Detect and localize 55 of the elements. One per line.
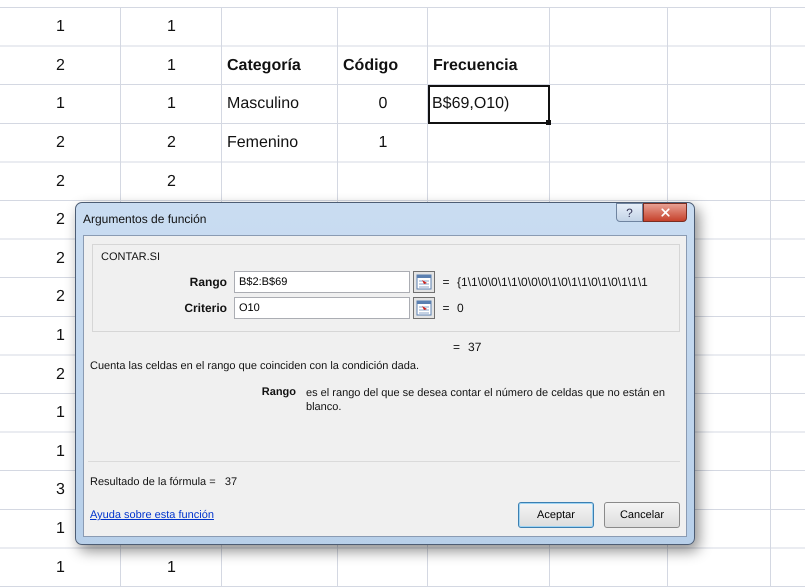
equals-sign: = (441, 301, 450, 315)
table-cell: 3 (56, 481, 65, 500)
argument-field[interactable]: O10 (234, 297, 410, 319)
column-header: Código (343, 56, 398, 75)
table-cell: 1 (378, 134, 388, 152)
cancel-button[interactable]: Cancelar (604, 502, 680, 528)
argument-value: 0 (457, 301, 465, 315)
argument-label: Criterio (183, 301, 228, 315)
table-cell: 0 (378, 95, 388, 114)
table-cell: 2 (56, 172, 65, 191)
table-cell: 2 (56, 288, 65, 306)
column-header: Categoría (227, 56, 301, 75)
function-name: CONTAR.SI (101, 251, 162, 263)
table-cell: 1 (56, 558, 65, 577)
table-cell: 1 (167, 95, 176, 114)
table-cell: 1 (56, 520, 65, 538)
collapse-dialog-button[interactable] (413, 271, 435, 293)
table-cell: 2 (56, 211, 65, 230)
table-cell: 2 (56, 366, 65, 384)
collapse-dialog-button[interactable] (413, 297, 435, 319)
collapse-dialog-icon (416, 274, 432, 290)
table-cell: 1 (167, 56, 176, 75)
argument-label: Rango (188, 275, 228, 289)
table-cell: 2 (167, 134, 176, 152)
table-cell: Masculino (227, 95, 300, 114)
equals-sign: = (453, 340, 460, 354)
table-cell: 1 (56, 442, 65, 461)
formula-result: Resultado de la fórmula = 37 (90, 476, 238, 488)
function-value: 37 (468, 340, 482, 354)
collapse-dialog-icon (416, 300, 432, 316)
table-cell: 2 (56, 56, 65, 75)
table-cell: 1 (56, 95, 65, 114)
argument-value: {1\1\0\0\1\1\0\0\0\1\0\1\1\0\1\0\1\1\1 (457, 275, 649, 289)
ok-button[interactable]: Aceptar (518, 502, 594, 528)
argument-description: es el rango del que se desea contar el número de celdas que no están en blanco. (306, 386, 666, 414)
argument-name: Rango (260, 386, 296, 400)
close-icon (658, 206, 672, 219)
table-cell: 1 (167, 18, 176, 36)
help-button[interactable]: ? (616, 203, 643, 222)
table-cell: Femenino (227, 134, 298, 152)
argument-field[interactable]: B$2:B$69 (234, 271, 410, 293)
table-cell: 2 (167, 172, 176, 191)
table-cell: 1 (56, 404, 65, 422)
table-cell: 1 (56, 18, 65, 36)
equals-sign: = (441, 275, 450, 289)
dialog-title: Argumentos de función (83, 212, 206, 226)
close-button[interactable] (643, 203, 687, 222)
table-cell: 1 (56, 327, 65, 346)
help-link[interactable]: Ayuda sobre esta función (90, 509, 214, 521)
table-cell: 1 (167, 558, 176, 577)
column-header: Frecuencia (433, 56, 518, 75)
table-cell: 2 (56, 134, 65, 152)
table-cell: 2 (56, 250, 65, 268)
function-description: Cuenta las celdas en el rango que coinciden con la condición dada. (90, 360, 420, 372)
editing-cell[interactable]: B$69,O10) (428, 85, 550, 124)
